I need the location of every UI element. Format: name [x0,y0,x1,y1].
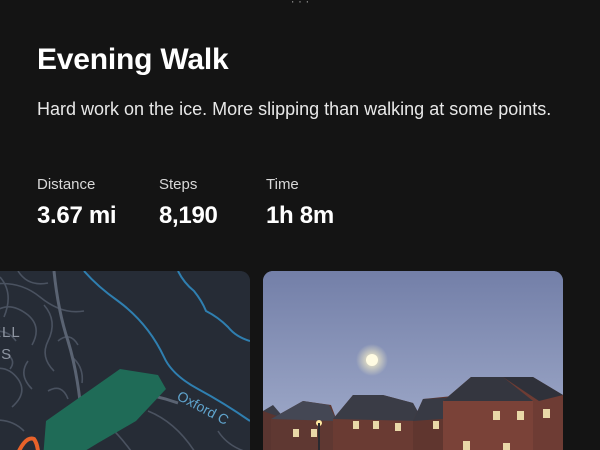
stat-distance: Distance 3.67 mi [37,176,159,230]
activity-description: Hard work on the ice. More slipping than… [37,99,552,119]
stat-steps: Steps 8,190 [159,176,266,230]
map-place-label-1: ELL [0,324,21,341]
route-map: ELL TS Oxford C [0,271,250,450]
map-place-label-2: TS [0,346,12,363]
moon [366,354,378,366]
houses-under-moon-photo [263,271,563,450]
route-map-card[interactable]: ELL TS Oxford C [0,271,250,450]
activity-screen: · · · Evening Walk Hard work on the ice.… [0,0,600,450]
stat-distance-label: Distance [37,176,96,193]
status-bar-fragment: · · · [290,0,310,8]
stat-time-label: Time [266,176,299,193]
stat-distance-value: 3.67 mi [37,202,117,229]
activity-photo[interactable] [263,271,563,450]
media-carousel[interactable]: ELL TS Oxford C [0,271,600,450]
activity-title: Evening Walk [37,43,229,76]
stat-steps-value: 8,190 [159,202,218,229]
stat-time: Time 1h 8m [266,176,386,230]
stat-time-value: 1h 8m [266,202,334,229]
stat-steps-label: Steps [159,176,198,193]
activity-stats: Distance 3.67 mi Steps 8,190 Time 1h 8m [37,176,386,230]
